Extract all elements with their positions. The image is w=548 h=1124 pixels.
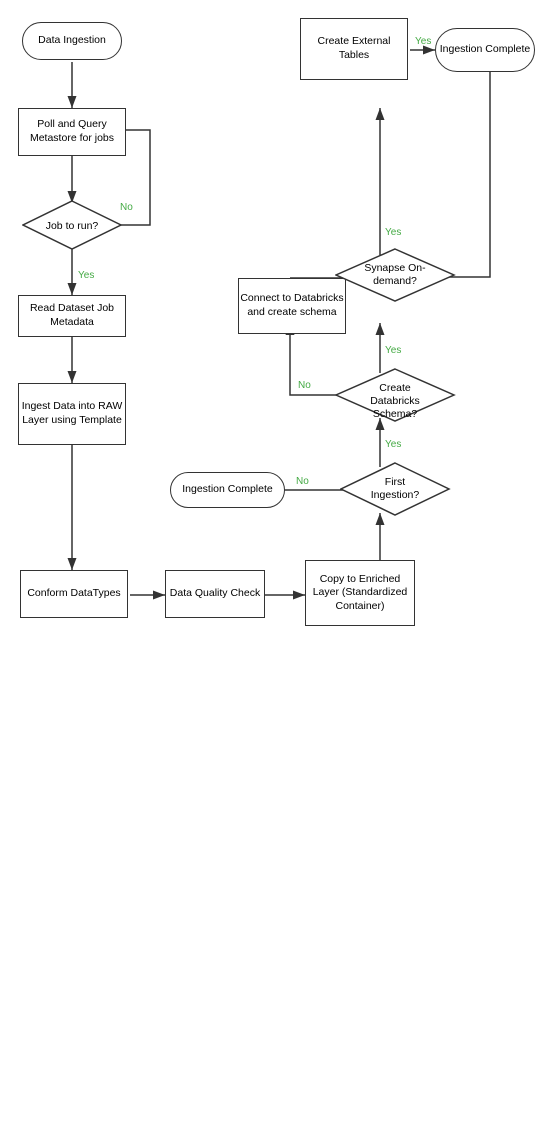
ingestion-complete-right-node: Ingestion Complete (435, 28, 535, 72)
read-dataset-node: Read Dataset Job Metadata (18, 295, 126, 337)
ingest-data-node: Ingest Data into RAW Layer using Templat… (18, 383, 126, 445)
svg-text:Synapse On-: Synapse On- (364, 262, 426, 274)
synapse-ondemand-node: Synapse On- demand? (335, 248, 455, 303)
poll-query-node: Poll and Query Metastore for jobs (18, 108, 126, 156)
ingestion-complete-left-node: Ingestion Complete (170, 472, 285, 508)
create-external-node: Create External Tables (300, 18, 408, 80)
conform-datatypes-node: Conform DataTypes (20, 570, 128, 618)
data-quality-node: Data Quality Check (165, 570, 265, 618)
data-ingestion-node: Data Ingestion (22, 22, 122, 60)
connect-databricks-node: Connect to Databricks and create schema (238, 278, 346, 334)
job-to-run-node: Job to run? (22, 200, 122, 250)
svg-text:Yes: Yes (415, 36, 431, 47)
svg-text:demand?: demand? (373, 275, 417, 287)
flowchart: No Yes No Yes Yes No Yes No Yes Data Ing… (0, 0, 548, 662)
svg-text:Job to run?: Job to run? (46, 220, 99, 232)
